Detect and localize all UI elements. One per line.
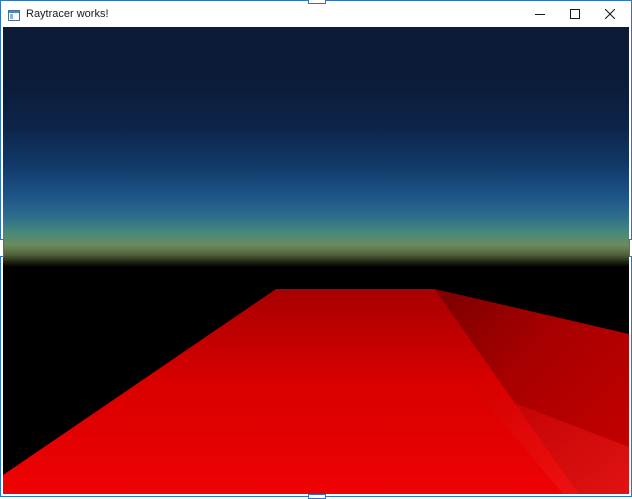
minimize-icon bbox=[535, 14, 545, 15]
maximize-icon bbox=[570, 9, 580, 19]
render-canvas[interactable] bbox=[3, 27, 629, 494]
maximize-button[interactable] bbox=[558, 1, 592, 27]
window-title: Raytracer works! bbox=[26, 8, 109, 20]
close-button[interactable] bbox=[593, 1, 627, 27]
app-window-icon[interactable] bbox=[8, 8, 20, 21]
minimize-button[interactable] bbox=[523, 1, 557, 27]
application-window: Raytracer works! bbox=[0, 0, 632, 499]
title-bar[interactable]: Raytracer works! bbox=[1, 1, 631, 27]
close-icon bbox=[605, 9, 615, 19]
resize-handle-left[interactable] bbox=[0, 239, 4, 257]
resize-handle-top[interactable] bbox=[308, 0, 326, 4]
rendered-floor bbox=[3, 289, 629, 494]
